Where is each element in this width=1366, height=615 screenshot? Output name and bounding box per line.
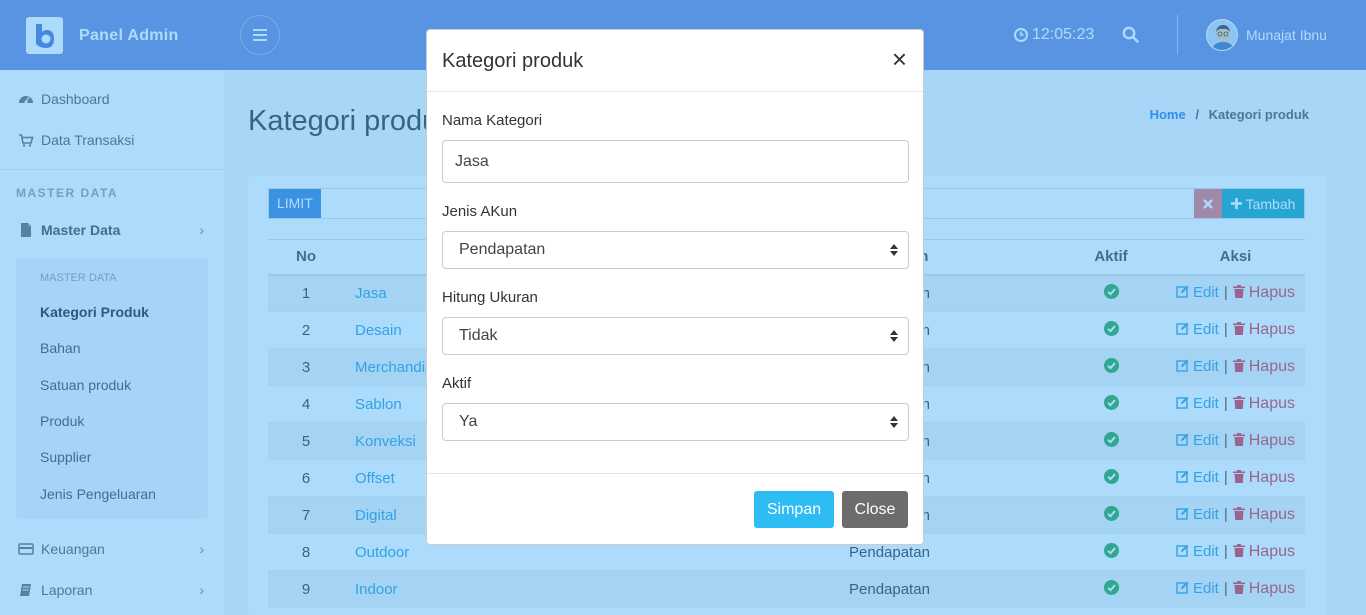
aktif-label: Aktif: [442, 375, 472, 392]
modal-title: Kategori produk: [442, 50, 584, 72]
nama-kategori-label: Nama Kategori: [442, 112, 543, 129]
nama-kategori-input[interactable]: [442, 140, 909, 183]
select-arrows-icon: [890, 244, 898, 256]
category-modal: Kategori produk × Nama Kategori Jenis AK…: [426, 29, 924, 545]
aktif-select[interactable]: Ya: [442, 403, 909, 441]
save-button[interactable]: Simpan: [754, 491, 834, 528]
jenis-akun-select[interactable]: Pendapatan: [442, 231, 909, 269]
modal-header: Kategori produk ×: [427, 30, 923, 92]
modal-close-icon[interactable]: ×: [892, 46, 907, 72]
aktif-value: Ya: [459, 413, 478, 430]
jenis-akun-value: Pendapatan: [459, 241, 546, 258]
close-button[interactable]: Close: [842, 491, 908, 528]
hitung-ukuran-select[interactable]: Tidak: [442, 317, 909, 355]
select-arrows-icon: [890, 416, 898, 428]
jenis-akun-label: Jenis AKun: [442, 203, 518, 220]
hitung-ukuran-value: Tidak: [459, 327, 498, 344]
hitung-ukuran-label: Hitung Ukuran: [442, 289, 538, 306]
modal-footer: Simpan Close: [427, 473, 923, 545]
select-arrows-icon: [890, 330, 898, 342]
